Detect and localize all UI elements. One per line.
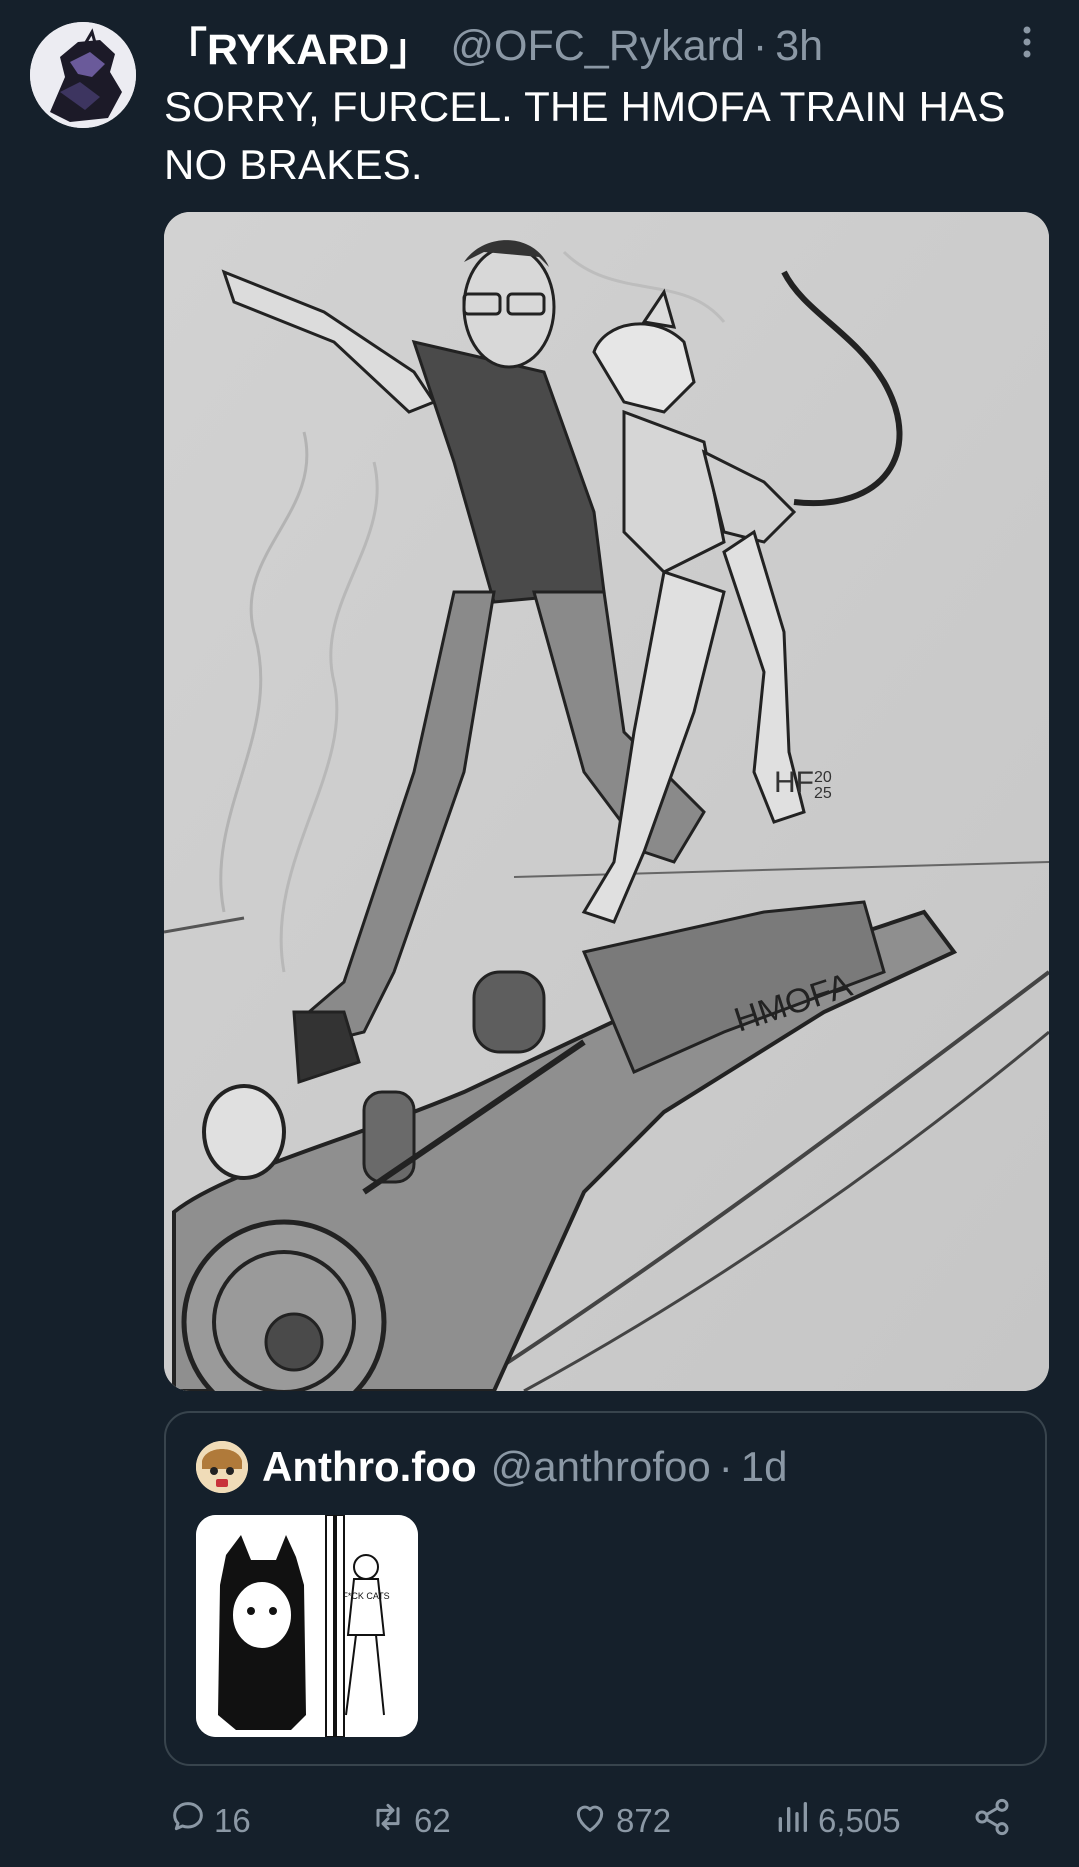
author-handle[interactable]: @OFC_Rykard [450, 22, 745, 71]
views-button[interactable]: 6,505 [772, 1797, 901, 1845]
quoted-tweet[interactable]: Anthro.foo @anthrofoo · 1d F*CK CATS [164, 1411, 1047, 1766]
signature-year-top: 20 [814, 769, 832, 786]
author-avatar[interactable] [30, 22, 136, 128]
quote-author-name[interactable]: Anthro.foo [262, 1443, 477, 1491]
retweet-icon [368, 1797, 414, 1845]
author-name[interactable]: 「RYKARD」 [164, 15, 432, 77]
tweet-time[interactable]: 3h [775, 22, 823, 71]
like-icon [570, 1797, 616, 1845]
tweet-header: 「RYKARD」 @OFC_Rykard · 3h [164, 15, 823, 77]
more-vertical-icon[interactable] [1016, 24, 1038, 64]
quote-author-handle[interactable]: @anthrofoo [491, 1443, 711, 1491]
quote-shirt-text: F*CK CATS [342, 1591, 389, 1601]
quote-media-image[interactable]: F*CK CATS [196, 1515, 418, 1737]
quote-header: Anthro.foo @anthrofoo · 1d [262, 1439, 787, 1495]
share-icon [972, 1797, 1018, 1845]
quote-author-avatar[interactable] [196, 1441, 248, 1493]
reply-count: 16 [214, 1802, 251, 1839]
signature-year-bottom: 25 [814, 785, 832, 802]
reply-button[interactable]: 16 [168, 1797, 251, 1845]
views-count: 6,505 [818, 1802, 901, 1839]
share-button[interactable] [972, 1797, 1018, 1845]
retweet-count: 62 [414, 1802, 451, 1839]
tweet-media-image[interactable]: HMOFA HF 20 25 [164, 212, 1049, 1391]
retweet-button[interactable]: 62 [368, 1797, 451, 1845]
quote-time[interactable]: 1d [741, 1443, 788, 1491]
artist-signature: HF [774, 766, 814, 799]
views-icon [772, 1797, 818, 1845]
like-count: 872 [616, 1802, 672, 1839]
reply-icon [168, 1797, 214, 1845]
tweet-actions-bar: 16 62 872 6,505 [164, 1797, 1044, 1845]
like-button[interactable]: 872 [570, 1797, 671, 1845]
separator-dot: · [752, 21, 768, 70]
tweet-text: SORRY, FURCEL. THE HMOFA TRAIN HAS NO BR… [164, 83, 1006, 188]
quote-separator-dot: · [718, 1443, 733, 1490]
